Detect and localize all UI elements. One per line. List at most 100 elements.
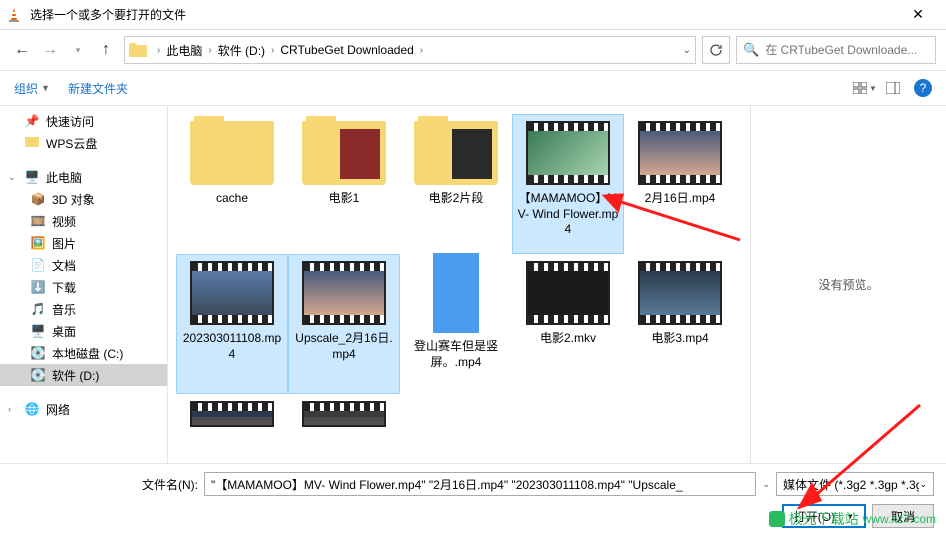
file-item-video[interactable]: Upscale_2月16日.mp4 [288,254,400,394]
thumbnails-icon [853,82,867,94]
newfolder-label: 新建文件夹 [68,80,128,97]
sidebar-this-pc[interactable]: ⌄ 🖥️ 此电脑 [0,166,167,188]
watermark-logo-icon [769,511,785,527]
breadcrumb-segment[interactable]: 软件 (D:) [218,42,265,59]
sidebar-item-label: 下载 [52,279,76,296]
file-item-video[interactable]: 登山赛车但是竖屏。.mp4 [400,254,512,394]
help-button[interactable]: ? [914,79,932,97]
titlebar: 选择一个或多个要打开的文件 ✕ [0,0,946,30]
window-title: 选择一个或多个要打开的文件 [30,6,896,23]
filename-input-wrap[interactable] [204,472,756,496]
forward-button[interactable]: → [38,38,62,62]
preview-text: 没有预览。 [818,276,878,293]
breadcrumb-segment[interactable]: 此电脑 [166,42,202,59]
folder-thumb [190,121,274,185]
video-thumb [190,401,274,427]
sidebar-documents[interactable]: 📄文档 [0,254,167,276]
body-area: 📌快速访问 WPS云盘 ⌄🖥️此电脑 📦3D 对象 🎞️视频 🖼️图片 📄文档 … [0,106,946,463]
filetype-label: 媒体文件 (*.3g2 *.3gp *.3gp2 [783,476,919,493]
video-thumb [190,261,274,325]
video-icon: 🎞️ [30,213,46,229]
file-item-folder[interactable]: cache [176,114,288,254]
filename-dropdown[interactable]: ⌄ [762,479,770,490]
folder-thumb [302,121,386,185]
file-item-video[interactable]: 【MAMAMOO】MV- Wind Flower.mp4 [512,114,624,254]
file-label: 电影2片段 [429,191,484,207]
sidebar-network[interactable]: ›🌐网络 [0,398,167,420]
sidebar-wps[interactable]: WPS云盘 [0,132,167,154]
desktop-icon: 🖥️ [30,323,46,339]
sidebar-pictures[interactable]: 🖼️图片 [0,232,167,254]
sidebar-item-label: 桌面 [52,323,76,340]
sidebar-drive-c[interactable]: 💽本地磁盘 (C:) [0,342,167,364]
sidebar-item-label: 此电脑 [46,169,82,186]
filename-input[interactable] [211,473,749,495]
toolbar: 组织▼ 新建文件夹 ▼ ? [0,70,946,106]
folder-icon [129,43,147,57]
file-item-folder[interactable]: 电影1 [288,114,400,254]
sidebar-item-label: 本地磁盘 (C:) [52,345,123,362]
sidebar-music[interactable]: 🎵音乐 [0,298,167,320]
sidebar-item-label: 软件 (D:) [52,367,99,384]
nav-arrows: ← → ▾ ↑ [10,38,118,62]
search-input[interactable] [765,43,929,57]
sidebar-3d-objects[interactable]: 📦3D 对象 [0,188,167,210]
chevron-right-icon: › [8,404,18,414]
drive-icon: 💽 [30,367,46,383]
image-icon: 🖼️ [30,235,46,251]
search-box[interactable]: 🔍 [736,36,936,64]
chevron-right-icon: › [414,45,429,56]
document-icon: 📄 [30,257,46,273]
video-thumb [526,121,610,185]
file-label: 电影3.mp4 [651,331,708,347]
file-label: Upscale_2月16日.mp4 [293,331,395,362]
sidebar-desktop[interactable]: 🖥️ 桌面 [0,320,167,342]
star-icon: 📌 [24,113,40,129]
content-area: cache 电影1 电影2片段 【MAMAMOO】MV- Wind Flower… [168,106,946,463]
filename-label: 文件名(N): [12,476,198,493]
preview-pane-button[interactable] [880,77,906,99]
organize-menu[interactable]: 组织▼ [14,80,50,97]
sidebar-downloads[interactable]: ⬇️下载 [0,276,167,298]
file-label: 登山赛车但是竖屏。.mp4 [405,339,507,370]
view-mode-button[interactable]: ▼ [852,77,878,99]
cloud-icon [24,135,40,151]
file-label: 电影2.mkv [540,331,596,347]
close-button[interactable]: ✕ [896,1,940,29]
breadcrumb[interactable]: › 此电脑 › 软件 (D:) › CRTubeGet Downloaded ›… [124,36,696,64]
refresh-button[interactable] [702,36,730,64]
organize-label: 组织 [14,80,38,97]
chevron-right-icon: › [151,45,166,56]
filetype-select[interactable]: 媒体文件 (*.3g2 *.3gp *.3gp2 ⌄ [776,472,934,496]
sidebar-item-label: 视频 [52,213,76,230]
file-item-video[interactable] [176,394,288,434]
sidebar-quick-access[interactable]: 📌快速访问 [0,110,167,132]
preview-icon [886,82,900,94]
file-item-video[interactable]: 电影2.mkv [512,254,624,394]
folder-thumb [414,121,498,185]
video-thumb [433,253,479,333]
pc-icon: 🖥️ [24,169,40,185]
breadcrumb-segment[interactable]: CRTubeGet Downloaded [280,43,413,57]
file-item-video[interactable] [288,394,400,434]
recent-dropdown[interactable]: ▾ [66,38,90,62]
file-item-video[interactable]: 电影3.mp4 [624,254,736,394]
music-icon: 🎵 [30,301,46,317]
back-button[interactable]: ← [10,38,34,62]
chevron-down-icon: ⌄ [8,172,18,183]
file-item-video[interactable]: 202303011108.mp4 [176,254,288,394]
watermark: 极光下载站 www.xz7.com [769,509,936,529]
breadcrumb-dropdown[interactable]: ⌄ [673,45,691,56]
file-item-video[interactable]: 2月16日.mp4 [624,114,736,254]
sidebar-videos[interactable]: 🎞️ 视频 [0,210,167,232]
file-label: 2月16日.mp4 [645,191,716,207]
sidebar-drive-d[interactable]: 💽 软件 (D:) [0,364,167,386]
vlc-icon [6,7,22,23]
file-item-folder[interactable]: 电影2片段 [400,114,512,254]
file-grid[interactable]: cache 电影1 电影2片段 【MAMAMOO】MV- Wind Flower… [168,106,750,463]
up-button[interactable]: ↑ [94,38,118,62]
chevron-right-icon: › [265,45,280,56]
file-label: cache [216,191,248,207]
sidebar: 📌快速访问 WPS云盘 ⌄🖥️此电脑 📦3D 对象 🎞️视频 🖼️图片 📄文档 … [0,106,168,463]
newfolder-button[interactable]: 新建文件夹 [68,80,128,97]
